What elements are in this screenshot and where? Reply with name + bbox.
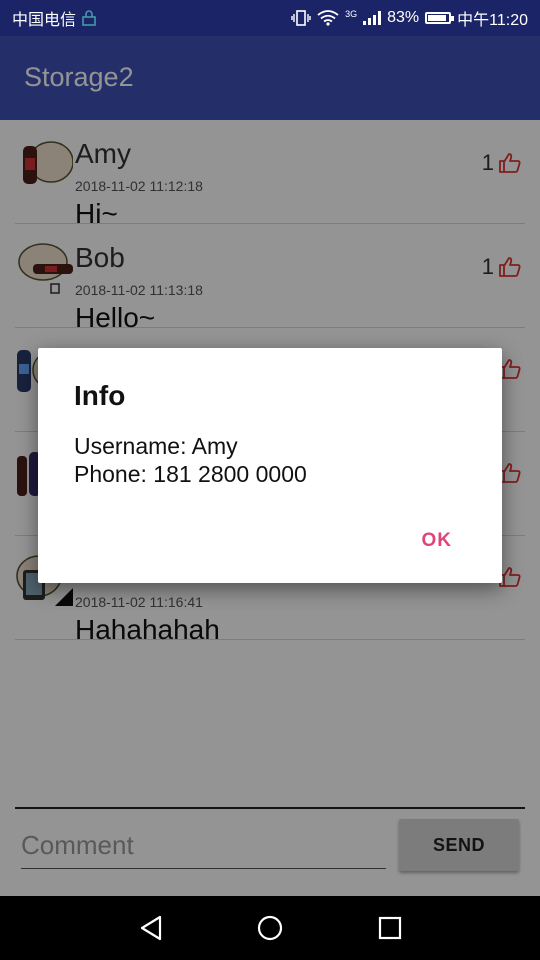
dialog-username-line: Username: Amy (74, 433, 238, 459)
dialog-scrim[interactable] (0, 36, 540, 120)
ok-button[interactable]: OK (422, 530, 453, 552)
battery-percent: 83% (387, 9, 420, 26)
navigation-bar (0, 896, 540, 960)
dialog-message: Username: Amy Phone: 181 2800 0000 (74, 432, 307, 488)
info-dialog: Info Username: Amy Phone: 181 2800 0000 … (38, 348, 502, 583)
lock-icon (82, 10, 96, 26)
clock: 中午11:20 (457, 12, 528, 29)
battery-icon (425, 12, 455, 24)
vibrate-icon (291, 10, 311, 26)
home-icon[interactable] (255, 913, 285, 943)
carrier-name: 中国电信 (12, 12, 77, 29)
signal-icon (363, 11, 382, 25)
dialog-title: Info (74, 380, 126, 411)
dialog-phone-line: Phone: 181 2800 0000 (74, 461, 307, 487)
wifi-icon (317, 10, 339, 26)
network-badge: 3G (345, 9, 358, 19)
recents-icon[interactable] (375, 913, 405, 943)
back-icon[interactable] (136, 913, 166, 943)
status-bar: 中国电信 3G 83% 中午11:20 (0, 0, 540, 36)
